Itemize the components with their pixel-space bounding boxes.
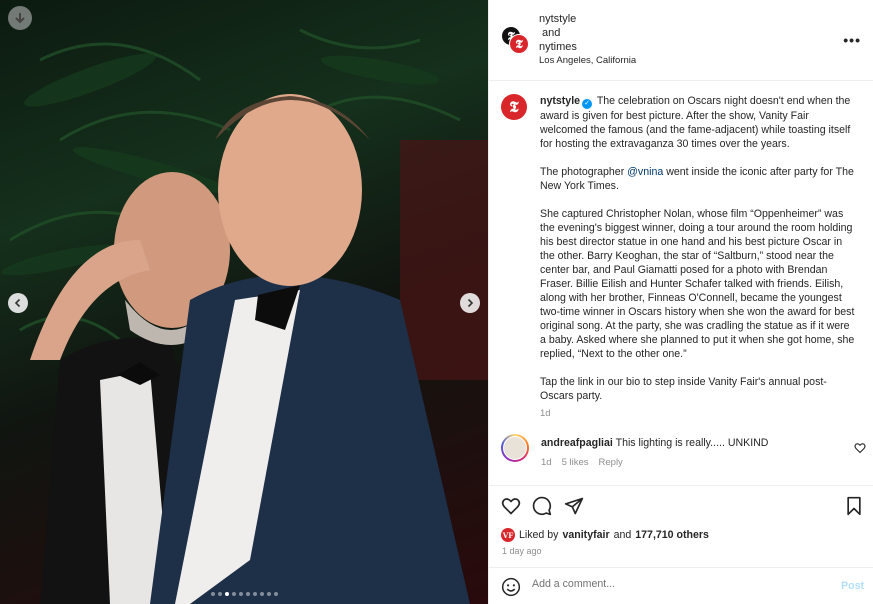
caption-body: nytstyle ✓ The celebration on Oscars nigh… [540,94,858,421]
post-detail-panel: 𝕿 𝕿 nytstyle and nytimes Los Angeles, Ca… [488,0,873,604]
previous-slide-button[interactable] [8,293,28,313]
collab-avatars[interactable]: 𝕿 𝕿 [501,26,529,54]
comment-text: This lighting is really..... UNKIND [615,437,769,449]
commenter-avatar[interactable] [501,434,529,462]
caption-paragraph-3: She captured Christopher Nolan, whose fi… [540,208,855,360]
comment-content: andreafpagliai This lighting is really..… [541,437,768,449]
chevron-right-icon [467,298,474,308]
carousel-dot [252,592,257,596]
author-nytstyle[interactable]: nytstyle [539,12,636,26]
comment-reply-button[interactable]: Reply [599,457,623,468]
comment-input[interactable] [532,578,812,590]
caption-paragraph-1: nytstyle ✓ The celebration on Oscars nigh… [540,94,858,151]
post-authors: nytstyle and nytimes Los Angeles, Califo… [539,12,636,68]
carousel-dot [231,592,236,596]
mention-link[interactable]: @vnina [627,166,663,178]
liker-avatar[interactable]: VF [501,528,515,542]
caption-avatar[interactable]: 𝕿 [501,94,527,120]
caption-text-2a: The photographer [540,166,628,178]
liker-username[interactable]: vanityfair [562,529,609,541]
bookmark-icon[interactable] [845,496,863,516]
comment-likes[interactable]: 5 likes [562,457,589,468]
carousel-dot [266,592,271,596]
like-heart-icon[interactable] [501,496,521,516]
post-comment-button[interactable]: Post [841,580,864,592]
likes-prefix: Liked by [519,529,559,541]
add-comment-bar: Post [489,567,873,604]
post-date[interactable]: 1 day ago [502,546,542,556]
emoji-icon[interactable] [501,577,521,597]
carousel-dot [224,592,229,596]
post-location[interactable]: Los Angeles, California [539,54,636,68]
caption-paragraph-4: Tap the link in our bio to step inside V… [540,376,827,402]
caption-paragraph-2: The photographer @vnina went inside the … [540,165,858,193]
photo-illustration [1,28,488,604]
authors-joiner: and [542,27,561,39]
comment-like-heart-icon[interactable] [854,442,866,454]
comment-item: andreafpagliai This lighting is really..… [489,432,873,477]
carousel-indicator [0,592,488,596]
likes-joiner: and [613,529,632,541]
download-icon[interactable] [8,6,32,30]
share-send-icon[interactable] [564,496,584,516]
chevron-left-icon [14,298,21,308]
post-actions: VF Liked by vanityfair and 177,710 other… [489,485,873,567]
caption-section: 𝕿 nytstyle ✓ The celebration on Oscars ni… [489,82,873,422]
carousel-dot [245,592,250,596]
post-photo[interactable] [0,0,488,604]
caption-username[interactable]: nytstyle [540,95,580,107]
comment-time[interactable]: 1d [541,457,552,468]
commenter-username[interactable]: andreafpagliai [541,437,613,449]
avatar-nytimes[interactable]: 𝕿 [509,34,529,54]
more-options-button[interactable]: ••• [843,32,861,48]
likes-summary: VF Liked by vanityfair and 177,710 other… [501,528,709,542]
comment-icon[interactable] [532,496,552,516]
likes-count[interactable]: 177,710 others [635,529,709,541]
post-header: 𝕿 𝕿 nytstyle and nytimes Los Angeles, Ca… [489,0,873,81]
carousel-dot [210,592,215,596]
carousel-dot [238,592,243,596]
comment-meta: 1d 5 likes Reply [541,457,623,468]
next-slide-button[interactable] [460,293,480,313]
caption-timestamp[interactable]: 1d [540,407,858,421]
carousel-dot [217,592,222,596]
verified-badge-icon: ✓ [582,99,593,109]
carousel-dot [273,592,278,596]
carousel-dot [259,592,264,596]
author-nytimes[interactable]: nytimes [539,40,636,54]
